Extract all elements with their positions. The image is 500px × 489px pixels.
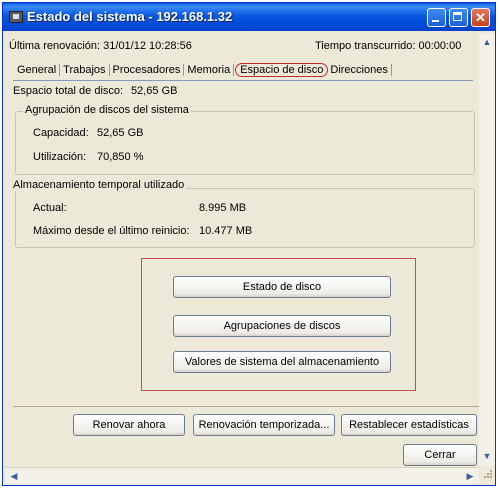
maximize-icon (453, 12, 462, 21)
tab-underline (13, 80, 473, 81)
system-monitor-icon (9, 11, 23, 23)
last-refresh-text: Última renovación: 31/01/12 10:28:56 (9, 40, 192, 52)
system-pool-group (15, 111, 475, 175)
tab-espacio-de-disco[interactable]: Espacio de disco (235, 63, 329, 77)
footer-separator (13, 406, 483, 407)
temp-storage-group-title: Almacenamiento temporal utilizado (11, 179, 187, 191)
refresh-now-button[interactable]: Renovar ahora (73, 414, 185, 436)
refresh-status-row: Última renovación: 31/01/12 10:28:56 Tie… (5, 38, 475, 54)
storage-system-values-button[interactable]: Valores de sistema del almacenamiento (173, 351, 391, 373)
system-status-window: Estado del sistema - 192.168.1.32 ✕ Últi… (2, 2, 496, 486)
current-label: Actual: (33, 202, 67, 214)
max-since-restart-label: Máximo desde el último reinicio: (33, 225, 190, 237)
tab-divider (390, 64, 392, 77)
tab-direcciones[interactable]: Direcciones (328, 63, 389, 77)
close-dialog-button[interactable]: Cerrar (403, 444, 477, 466)
disk-pools-button[interactable]: Agrupaciones de discos (173, 315, 391, 337)
elapsed-time-text: Tiempo transcurrido: 00:00:00 (315, 40, 462, 52)
scroll-right-icon[interactable]: ▶ (463, 469, 477, 483)
horizontal-scrollbar[interactable]: ◀ ▶ (5, 467, 479, 484)
maximize-button[interactable] (449, 8, 468, 27)
max-since-restart-value: 10.477 MB (199, 225, 253, 237)
temp-storage-group (15, 188, 475, 248)
usage-label: Utilización: (33, 151, 87, 163)
capacity-value: 52,65 GB (97, 127, 144, 139)
reset-statistics-button[interactable]: Restablecer estadísticas (341, 414, 477, 436)
title-bar[interactable]: Estado del sistema - 192.168.1.32 ✕ (3, 3, 495, 31)
scroll-left-icon[interactable]: ◀ (7, 469, 21, 483)
tab-memoria[interactable]: Memoria (185, 63, 232, 77)
scroll-down-icon[interactable]: ▼ (480, 449, 494, 463)
tab-procesadores[interactable]: Procesadores (111, 63, 183, 77)
system-pool-group-title: Agrupación de discos del sistema (23, 104, 191, 116)
tab-divider (108, 64, 110, 77)
minimize-button[interactable] (427, 8, 446, 27)
close-window-button[interactable]: ✕ (471, 8, 490, 27)
total-disk-label: Espacio total de disco: (13, 85, 124, 97)
current-value: 8.995 MB (199, 202, 247, 214)
resize-grip-icon[interactable] (481, 469, 493, 481)
usage-value: 70,850 % (97, 151, 144, 163)
tab-divider (233, 64, 235, 77)
minimize-icon (432, 20, 439, 22)
tab-trabajos[interactable]: Trabajos (61, 63, 107, 77)
disk-status-button[interactable]: Estado de disco (173, 276, 391, 298)
tab-divider (59, 64, 61, 77)
scroll-up-icon[interactable]: ▲ (480, 35, 494, 49)
tab-divider (183, 64, 185, 77)
window-title: Estado del sistema - 192.168.1.32 (27, 9, 233, 24)
vertical-scrollbar[interactable]: ▲ ▼ (479, 33, 495, 466)
capacity-label: Capacidad: (33, 127, 89, 139)
timed-refresh-button[interactable]: Renovación temporizada... (193, 414, 335, 436)
tab-strip: General Trabajos Procesadores Memoria Espaci… (15, 63, 393, 81)
tab-general[interactable]: General (15, 63, 58, 77)
total-disk-value: 52,65 GB (131, 85, 178, 97)
